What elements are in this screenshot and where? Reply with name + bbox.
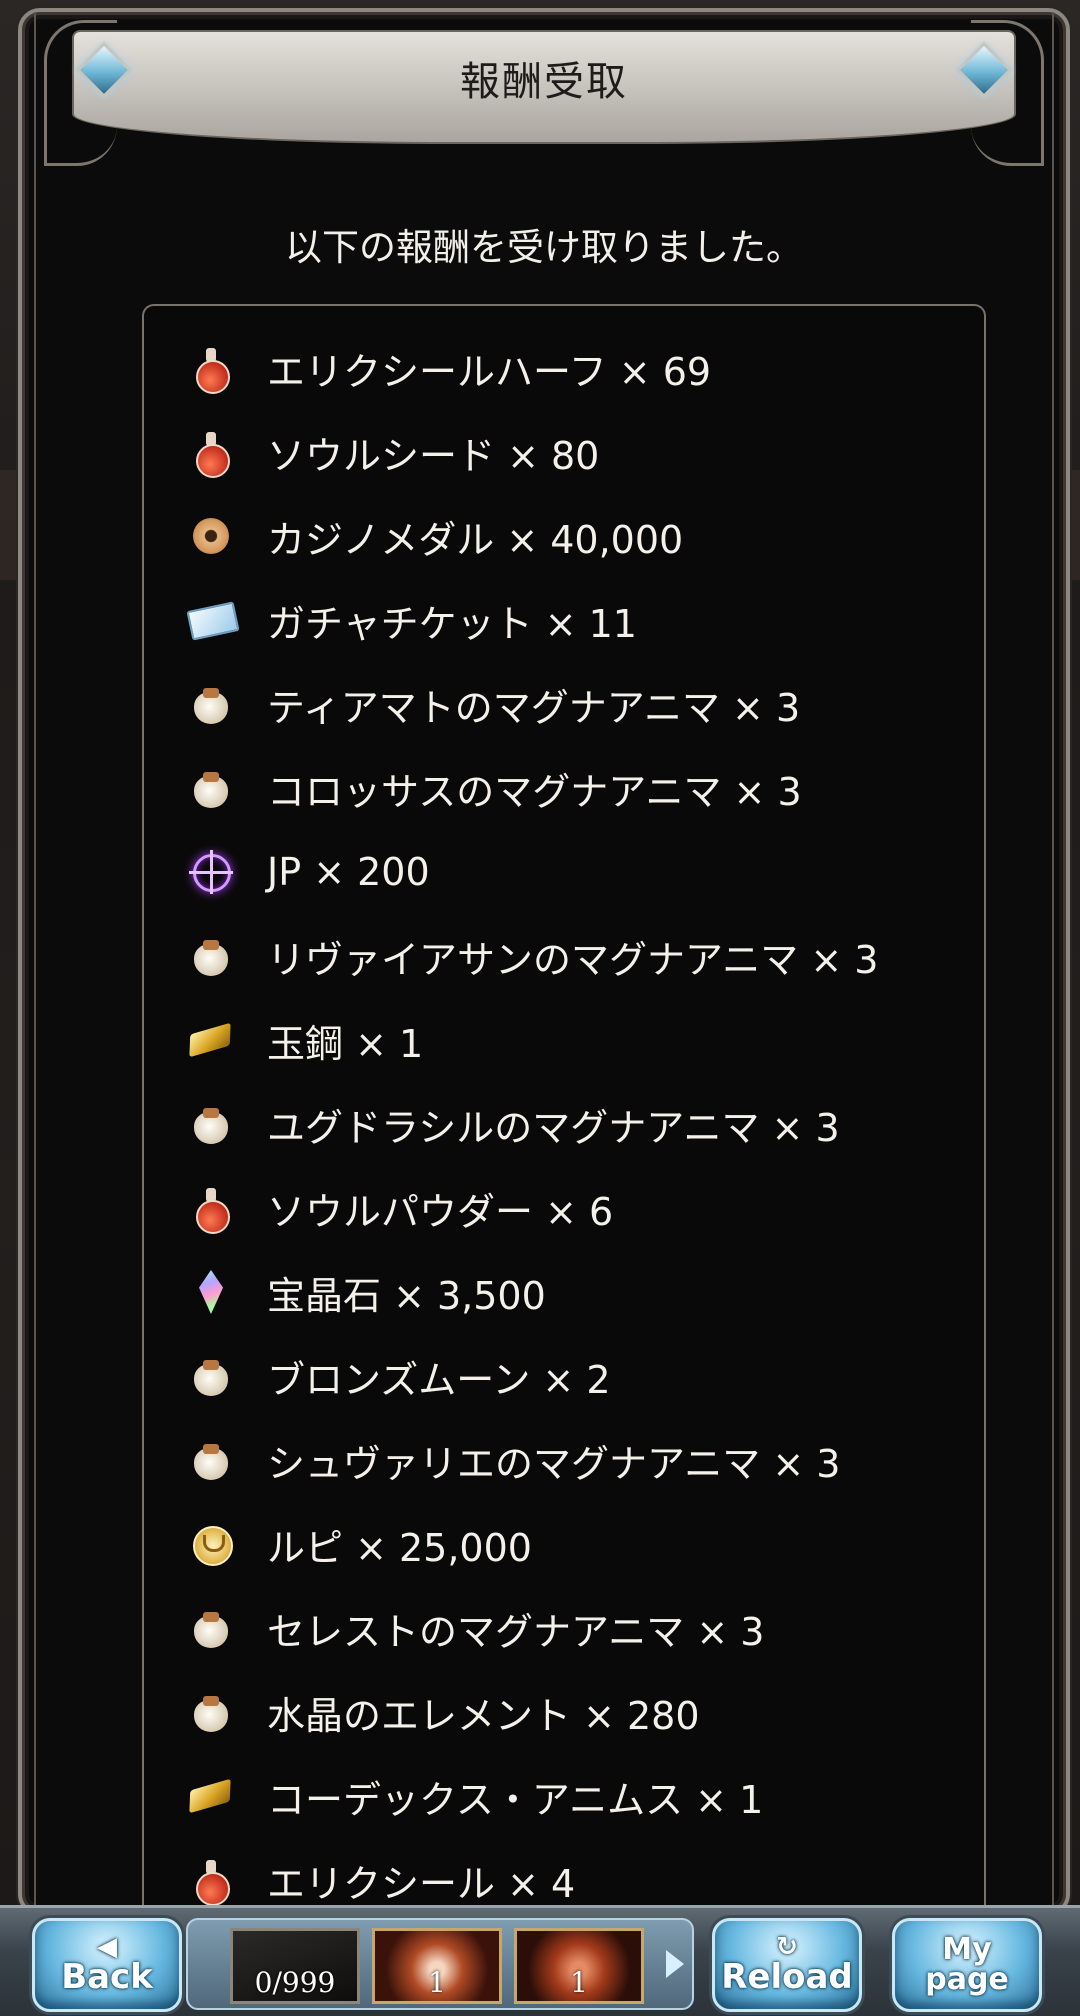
reward-text: ユグドラシルのマグナアニマ × 3 (267, 1105, 840, 1150)
list-item: 水晶のエレメント × 280 (144, 1670, 984, 1754)
list-item: カジノメダル × 40,000 (144, 494, 984, 578)
reward-text: セレストのマグナアニマ × 3 (267, 1609, 765, 1654)
back-arrow-icon: ◀ (97, 1932, 117, 1962)
reward-text: ルピ × 25,000 (267, 1525, 532, 1570)
reward-text: ガチャチケット × 11 (267, 601, 637, 646)
ticket-icon (186, 598, 240, 642)
list-item: ティアマトのマグナアニマ × 3 (144, 662, 984, 746)
back-button[interactable]: ◀ Back (32, 1918, 182, 2012)
list-item: ルピ × 25,000 (144, 1502, 984, 1586)
reward-text: リヴァイアサンのマグナアニマ × 3 (267, 937, 879, 982)
reload-button[interactable]: ↻ Reload (712, 1918, 862, 2012)
list-item: ソウルシード × 80 (144, 410, 984, 494)
reward-text: 宝晶石 × 3,500 (267, 1273, 546, 1318)
slot-count: 1 (428, 1966, 446, 1999)
list-item: セレストのマグナアニマ × 3 (144, 1586, 984, 1670)
reload-label: Reload (721, 1957, 853, 1997)
item-bag-icon (189, 1102, 233, 1146)
list-item: ソウルパウダー × 6 (144, 1166, 984, 1250)
list-item: 宝晶石 × 3,500 (144, 1250, 984, 1334)
reward-text: ブロンズムーン × 2 (267, 1357, 611, 1402)
potion-icon (189, 430, 233, 478)
casino-medal-icon (189, 514, 233, 558)
jp-crosshair-icon (189, 850, 233, 894)
item-slot[interactable]: 1 (372, 1928, 502, 2004)
dialog-title-bar: 報酬受取 (72, 30, 1016, 144)
item-bag-icon (189, 1606, 233, 1650)
reload-icon: ↻ (776, 1932, 798, 1962)
potion-icon (189, 1186, 233, 1234)
reward-text: コーデックス・アニムス × 1 (267, 1777, 764, 1822)
reward-text: ティアマトのマグナアニマ × 3 (267, 685, 801, 730)
reward-text: ソウルシード × 80 (267, 433, 600, 478)
item-slot[interactable]: 1 (514, 1928, 644, 2004)
list-item: 玉鋼 × 1 (144, 998, 984, 1082)
slot-count: 1 (570, 1966, 588, 1999)
gold-ingot-icon (189, 1018, 233, 1062)
reward-text: 水晶のエレメント × 280 (267, 1693, 700, 1738)
potion-icon (189, 346, 233, 394)
item-slot[interactable]: 0/999 (230, 1928, 360, 2004)
dialog-title: 報酬受取 (460, 59, 628, 105)
slot-count: 0/999 (254, 1966, 336, 1999)
reward-text: 玉鋼 × 1 (267, 1021, 424, 1066)
list-item: コーデックス・アニムス × 1 (144, 1754, 984, 1838)
list-item: ユグドラシルのマグナアニマ × 3 (144, 1082, 984, 1166)
list-item: ブロンズムーン × 2 (144, 1334, 984, 1418)
list-item: エリクシールハーフ × 69 (144, 326, 984, 410)
rupie-coin-icon (189, 1522, 233, 1566)
item-bag-icon (189, 1354, 233, 1398)
reward-text: コロッサスのマグナアニマ × 3 (267, 769, 802, 814)
crystal-icon (189, 1270, 233, 1314)
gold-ingot-icon (189, 1774, 233, 1818)
item-bag-icon (189, 766, 233, 810)
item-bag-icon (189, 934, 233, 978)
item-bag-icon (189, 1690, 233, 1734)
list-item: リヴァイアサンのマグナアニマ × 3 (144, 914, 984, 998)
potion-icon (189, 1858, 233, 1906)
list-item: シュヴァリエのマグナアニマ × 3 (144, 1418, 984, 1502)
reward-text: エリクシール × 4 (267, 1861, 576, 1906)
bottom-nav-bar: ◀ Back 0/999 1 1 ↻ Reload My page (0, 1905, 1080, 2016)
reward-list[interactable]: エリクシールハーフ × 69 ソウルシード × 80 カジノメダル × 40,0… (142, 304, 986, 1928)
quick-item-tray: 0/999 1 1 (186, 1918, 694, 2010)
item-bag-icon (189, 1438, 233, 1482)
mypage-label-line1: My (942, 1932, 992, 1967)
next-arrow-icon[interactable] (666, 1950, 684, 1978)
list-item: JP × 200 (144, 830, 984, 914)
reward-text: カジノメダル × 40,000 (267, 517, 684, 562)
mypage-button[interactable]: My page (892, 1918, 1042, 2012)
dialog-message: 以下の報酬を受け取りました。 (285, 226, 803, 269)
back-label: Back (61, 1957, 153, 1997)
list-item: コロッサスのマグナアニマ × 3 (144, 746, 984, 830)
item-bag-icon (189, 682, 233, 726)
reward-text: JP × 200 (267, 850, 430, 894)
reward-dialog: 報酬受取 以下の報酬を受け取りました。 エリクシールハーフ × 69 ソウルシー… (18, 8, 1070, 1928)
reward-text: ソウルパウダー × 6 (267, 1189, 614, 1234)
list-item: ガチャチケット × 11 (144, 578, 984, 662)
mypage-label-line2: page (925, 1962, 1009, 1997)
reward-text: シュヴァリエのマグナアニマ × 3 (267, 1441, 841, 1486)
reward-text: エリクシールハーフ × 69 (267, 349, 712, 394)
